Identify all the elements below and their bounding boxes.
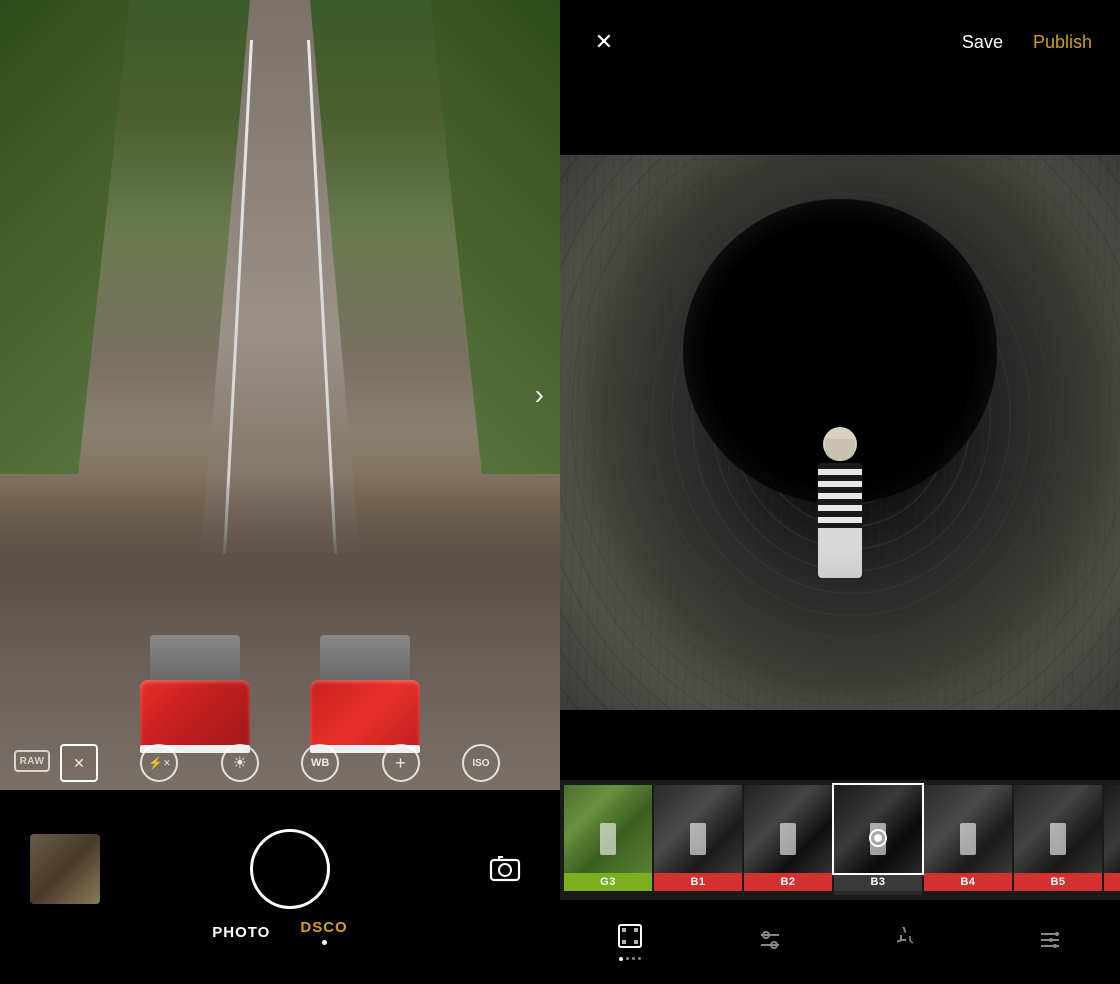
filter-g3-label: G3 <box>564 873 652 891</box>
filter-b2-child <box>780 823 796 855</box>
filter-b6-label: B6 <box>1104 873 1120 891</box>
filter-b3[interactable]: B3 <box>834 785 922 895</box>
adjust-btn[interactable] <box>746 918 794 966</box>
gallery-thumbnail[interactable] <box>30 834 100 904</box>
raw-badge[interactable]: RAW <box>14 750 50 772</box>
filter-strip: G3 B1 B2 B3 <box>560 780 1120 900</box>
filter-b6-thumb <box>1104 785 1120 873</box>
filter-b3-label: B3 <box>834 873 922 891</box>
filter-g3-thumb <box>564 785 652 873</box>
filter-b6[interactable]: B6 <box>1104 785 1120 895</box>
mode-row <box>0 829 560 909</box>
bottom-toolbar <box>560 900 1120 984</box>
photo-container <box>560 84 1120 780</box>
exposure-btn[interactable]: ☀ <box>221 744 259 782</box>
filter-b5-thumb <box>1014 785 1102 873</box>
filter-b4[interactable]: B4 <box>924 785 1012 895</box>
flash-btn[interactable]: ⚡✕ <box>140 744 178 782</box>
filter-b5[interactable]: B5 <box>1014 785 1102 895</box>
adjust-icon <box>757 927 783 957</box>
filter-b2[interactable]: B2 <box>744 785 832 895</box>
history-icon <box>897 927 923 957</box>
edited-photo <box>560 155 1120 710</box>
dot-4 <box>638 957 641 960</box>
next-arrow-btn[interactable]: › <box>535 379 544 411</box>
filter-b4-label: B4 <box>924 873 1012 891</box>
filter-g3-child <box>600 823 616 855</box>
camera-viewfinder: › RAW ✕ ⚡✕ ☀ WB + ISO <box>0 0 560 790</box>
frames-dots <box>619 957 641 961</box>
flip-camera-btn[interactable] <box>480 844 530 894</box>
dsco-mode-label[interactable]: DSCO <box>300 919 347 936</box>
camera-controls-row: ✕ ⚡✕ ☀ WB + ISO <box>60 744 500 782</box>
filter-b2-thumb <box>744 785 832 873</box>
filter-b1-child <box>690 823 706 855</box>
vignette-overlay <box>560 155 1120 710</box>
mode-labels: PHOTO DSCO <box>212 919 347 945</box>
presets-icon <box>1037 927 1063 957</box>
filter-b1-label: B1 <box>654 873 742 891</box>
shutter-button[interactable] <box>250 829 330 909</box>
camera-ui-overlay: › RAW ✕ ⚡✕ ☀ WB + ISO <box>0 0 560 790</box>
filter-b1-thumb <box>654 785 742 873</box>
dot-3 <box>632 957 635 960</box>
filter-b5-child <box>1050 823 1066 855</box>
presets-btn[interactable] <box>1026 918 1074 966</box>
filter-b3-selected <box>869 829 887 847</box>
filter-b1[interactable]: B1 <box>654 785 742 895</box>
filter-g3[interactable]: G3 <box>564 785 652 895</box>
add-btn[interactable]: + <box>382 744 420 782</box>
photo-mode-label[interactable]: PHOTO <box>212 924 270 941</box>
header-actions: Save Publish <box>962 32 1092 53</box>
history-btn[interactable] <box>886 918 934 966</box>
wb-btn[interactable]: WB <box>301 744 339 782</box>
frames-btn[interactable] <box>606 918 654 966</box>
filter-b5-label: B5 <box>1014 873 1102 891</box>
dot-2 <box>626 957 629 960</box>
edit-panel: ✕ Save Publish <box>560 0 1120 984</box>
filter-b4-thumb <box>924 785 1012 873</box>
edit-header: ✕ Save Publish <box>560 0 1120 84</box>
camera-panel: › RAW ✕ ⚡✕ ☀ WB + ISO <box>0 0 560 984</box>
filter-b4-child <box>960 823 976 855</box>
filter-b3-thumb <box>834 785 922 873</box>
filter-b2-label: B2 <box>744 873 832 891</box>
camera-bottom-bar: PHOTO DSCO <box>0 790 560 984</box>
close-button[interactable]: ✕ <box>588 26 620 58</box>
cancel-btn[interactable]: ✕ <box>60 744 98 782</box>
save-button[interactable]: Save <box>962 32 1003 53</box>
frames-icon <box>617 923 643 953</box>
publish-button[interactable]: Publish <box>1033 32 1092 53</box>
active-mode-dot <box>322 940 327 945</box>
iso-btn[interactable]: ISO <box>462 744 500 782</box>
dot-1 <box>619 957 623 961</box>
